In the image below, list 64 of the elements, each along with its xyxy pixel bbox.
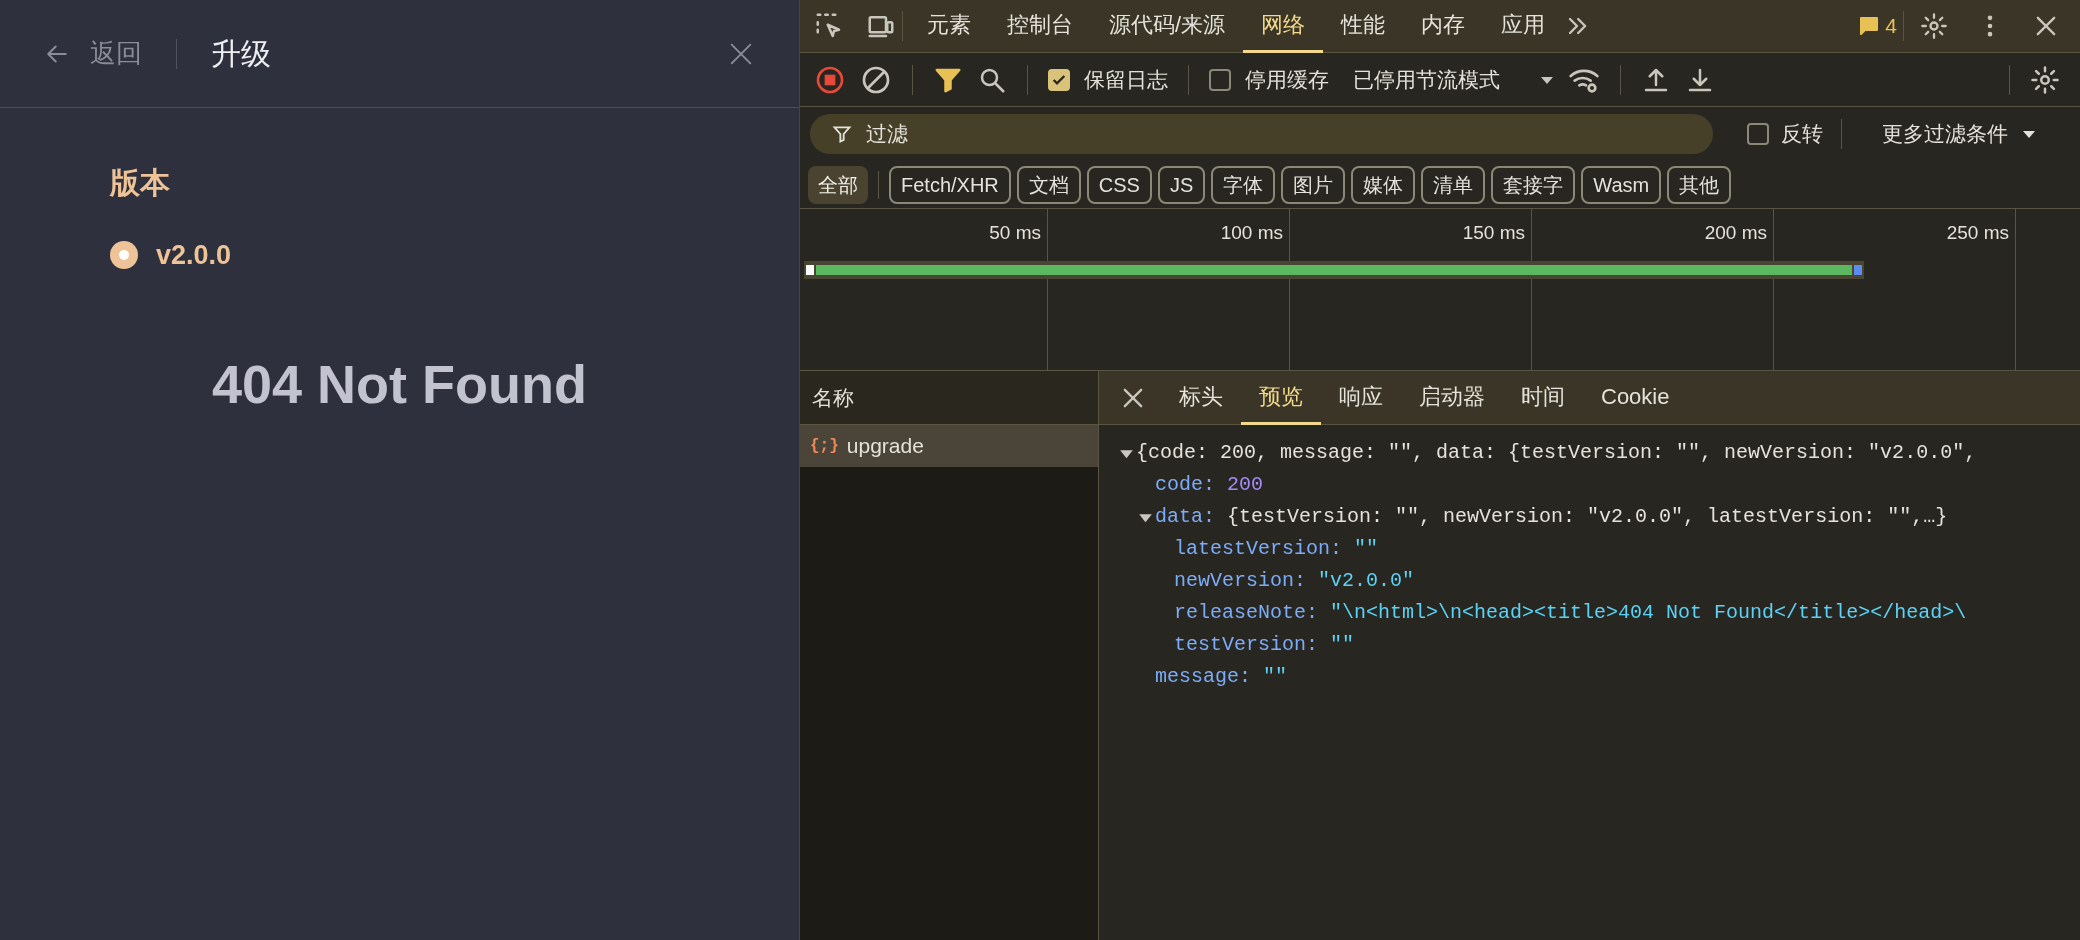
issues-count[interactable]: 4 bbox=[1885, 10, 1897, 42]
back-link[interactable]: 返回 bbox=[90, 34, 142, 73]
tick-label: 100 ms bbox=[1220, 221, 1283, 243]
detail-tab[interactable]: 时间 bbox=[1503, 370, 1583, 425]
settings-icon[interactable] bbox=[1920, 12, 1948, 40]
checkbox[interactable] bbox=[1209, 68, 1231, 91]
checkbox-label: 反转 bbox=[1781, 121, 1823, 148]
json-line: code: 200 bbox=[1155, 472, 1264, 498]
page-title: 升级 bbox=[211, 36, 271, 72]
filter-icon bbox=[832, 124, 852, 144]
caret-icon bbox=[1540, 74, 1554, 85]
radio-button[interactable] bbox=[110, 241, 138, 270]
request-row[interactable]: {;} upgrade bbox=[800, 425, 1098, 467]
section-heading: 版本 bbox=[110, 165, 171, 201]
detail-tab[interactable]: 预览 bbox=[1241, 370, 1321, 425]
tick-label: 150 ms bbox=[1462, 221, 1525, 243]
type-filter-chip[interactable]: JS bbox=[1157, 165, 1206, 204]
tick-label: 50 ms bbox=[989, 221, 1041, 243]
more-filters-dropdown[interactable]: 更多过滤条件 bbox=[1882, 118, 2036, 150]
devtools-tab[interactable]: 控制台 bbox=[989, 0, 1091, 53]
start-marker bbox=[806, 265, 814, 275]
type-filter-chip[interactable]: CSS bbox=[1086, 165, 1152, 204]
type-filter-chip[interactable]: 媒体 bbox=[1351, 165, 1416, 204]
checkbox-label: 停用缓存 bbox=[1245, 66, 1329, 93]
json-line: testVersion: "" bbox=[1174, 632, 1355, 658]
type-filter-chip[interactable]: Wasm bbox=[1581, 165, 1662, 204]
devtools-tab[interactable]: 源代码/来源 bbox=[1091, 0, 1244, 53]
checkbox[interactable] bbox=[1747, 123, 1769, 145]
settings-icon[interactable] bbox=[2030, 64, 2060, 95]
type-filter-chip[interactable]: 清单 bbox=[1421, 165, 1486, 204]
json-line: data: {testVersion: "", newVersion: "v2.0.0", latestVersion: "",…} bbox=[1155, 504, 1948, 530]
devtools-tab[interactable]: 应用 bbox=[1483, 0, 1564, 53]
type-filter-chip[interactable]: 套接字 bbox=[1491, 165, 1576, 204]
caret-icon bbox=[2022, 129, 2036, 139]
detail-tab[interactable]: 标头 bbox=[1161, 370, 1241, 425]
filter-field[interactable]: 过滤 bbox=[810, 114, 1713, 154]
json-file-icon: {;} bbox=[810, 434, 839, 458]
tick-label: 200 ms bbox=[1704, 221, 1767, 243]
checkbox[interactable] bbox=[1048, 68, 1070, 91]
type-filter-chip[interactable]: Fetch/XHR bbox=[889, 165, 1011, 204]
type-filter-chip[interactable]: 字体 bbox=[1211, 165, 1276, 204]
type-filter-chip[interactable]: 其他 bbox=[1667, 165, 1732, 204]
devtools-tab[interactable]: 元素 bbox=[909, 0, 989, 53]
devtools-tab[interactable]: 网络 bbox=[1243, 0, 1324, 53]
type-filter-chip[interactable]: 图片 bbox=[1281, 165, 1346, 204]
json-line: newVersion: "v2.0.0" bbox=[1174, 568, 1415, 594]
type-filter-chip[interactable]: 全部 bbox=[808, 165, 868, 204]
json-line: releaseNote: "\n<html>\n<head><title>404 Not Found</title></head>\ bbox=[1174, 600, 1967, 626]
column-header: 名称 bbox=[812, 384, 854, 411]
detail-tab[interactable]: Cookie bbox=[1583, 370, 1688, 425]
detail-tab[interactable]: 启动器 bbox=[1401, 370, 1503, 425]
json-line: {code: 200, message: "", data: {testVersion: "", newVersion: "v2.0.0", bbox=[1136, 440, 1977, 466]
json-line: message: "" bbox=[1155, 664, 1288, 690]
end-marker bbox=[1854, 265, 1862, 275]
checkbox-label: 保留日志 bbox=[1084, 66, 1168, 93]
throttling-dropdown[interactable]: 已停用节流模式 bbox=[1353, 63, 1554, 96]
type-filter-chip[interactable]: 文档 bbox=[1016, 165, 1081, 204]
json-line: latestVersion: "" bbox=[1174, 536, 1379, 562]
devtools-tab[interactable]: 性能 bbox=[1323, 0, 1404, 53]
devtools-tab[interactable]: 内存 bbox=[1403, 0, 1484, 53]
error-message: 404 Not Found bbox=[212, 353, 587, 414]
version-label: v2.0.0 bbox=[156, 239, 232, 272]
tick-label: 250 ms bbox=[1946, 221, 2009, 243]
detail-tab[interactable]: 响应 bbox=[1321, 370, 1401, 425]
